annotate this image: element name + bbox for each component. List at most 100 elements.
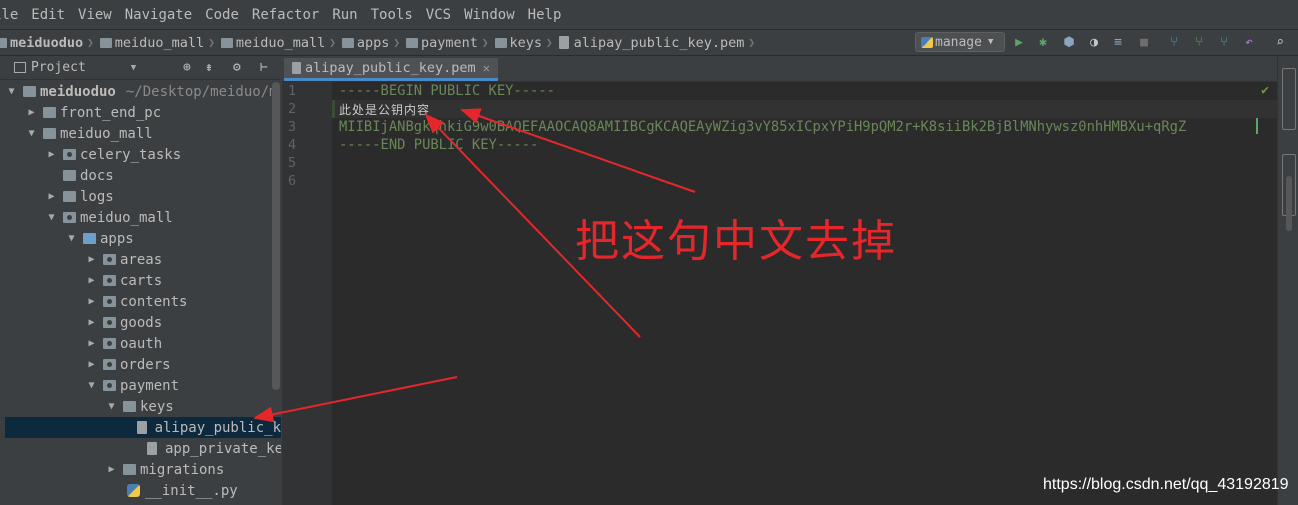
tree-item[interactable]: ▼ meiduo_mall bbox=[47, 207, 172, 228]
folder-icon bbox=[494, 37, 507, 48]
vcs-update-icon[interactable]: ⑂ bbox=[1166, 34, 1182, 50]
text-caret bbox=[1256, 118, 1258, 134]
collapsed-arrow-icon: ▶ bbox=[88, 296, 95, 307]
expanded-arrow-icon: ▼ bbox=[108, 401, 115, 412]
collapsed-arrow-icon: ▶ bbox=[88, 254, 95, 265]
project-panel-title[interactable]: Project bbox=[31, 60, 86, 75]
tree-item[interactable]: ▶ migrations bbox=[107, 459, 224, 480]
tree-item[interactable]: ▼ payment bbox=[87, 375, 179, 396]
expanded-arrow-icon: ▼ bbox=[68, 233, 75, 244]
expanded-arrow-icon: ▼ bbox=[28, 128, 35, 139]
run-icon[interactable]: ▶ bbox=[1011, 34, 1027, 50]
profile-icon[interactable]: ◑ bbox=[1086, 34, 1102, 50]
project-tree: ▼ meiduoduo ~/Desktop/meiduo/m ▶ front_e… bbox=[0, 80, 281, 505]
package-icon bbox=[103, 296, 116, 307]
hide-icon[interactable]: ⊢ bbox=[260, 60, 268, 75]
folder-icon bbox=[63, 191, 76, 202]
annotation-text: 把这句中文去掉 bbox=[575, 216, 897, 267]
vcs-history-icon[interactable]: ⑂ bbox=[1216, 34, 1232, 50]
breadcrumb-payment[interactable]: payment ❯ bbox=[405, 35, 495, 51]
concurrency-icon[interactable]: ≡ bbox=[1110, 34, 1126, 50]
file-icon bbox=[137, 421, 147, 434]
tree-item[interactable]: ▶ oauth bbox=[87, 333, 162, 354]
folder-icon bbox=[405, 37, 418, 48]
tree-item[interactable]: ▶ logs bbox=[47, 186, 113, 207]
tree-item[interactable]: ▼ meiduo_mall bbox=[27, 123, 152, 144]
python-file-icon bbox=[127, 484, 140, 497]
revert-icon[interactable]: ↶ bbox=[1241, 34, 1257, 50]
tree-item[interactable]: app_private_key bbox=[147, 438, 281, 459]
database-icon[interactable] bbox=[1282, 68, 1296, 130]
change-marker bbox=[332, 100, 335, 118]
gear-icon[interactable]: ⚙ bbox=[233, 60, 241, 75]
code-line: 此处是公钥内容 bbox=[339, 103, 431, 117]
locate-icon[interactable]: ⊕ bbox=[183, 60, 191, 75]
file-icon bbox=[292, 62, 301, 74]
menu-code[interactable]: Code bbox=[205, 7, 239, 23]
vcs-commit-icon[interactable]: ⑂ bbox=[1191, 34, 1207, 50]
tab-alipay-public-key[interactable]: alipay_public_key.pem ✕ bbox=[284, 58, 498, 81]
tree-item-selected[interactable]: alipay_public_k bbox=[5, 417, 281, 438]
collapsed-arrow-icon: ▶ bbox=[108, 464, 115, 475]
tree-root[interactable]: ▼ meiduoduo ~/Desktop/meiduo/m bbox=[7, 81, 277, 102]
menu-edit[interactable]: Edit bbox=[31, 7, 65, 23]
close-icon[interactable]: ✕ bbox=[483, 61, 490, 75]
menu-help[interactable]: Help bbox=[528, 7, 562, 23]
line-number: 1 bbox=[288, 83, 297, 99]
tree-item[interactable]: ▶ contents bbox=[87, 291, 187, 312]
collapsed-arrow-icon: ▶ bbox=[88, 317, 95, 328]
collapsed-arrow-icon: ▶ bbox=[88, 338, 95, 349]
code-editor[interactable]: -----BEGIN PUBLIC KEY----- 此处是公钥内容 MIIBI… bbox=[332, 82, 1277, 505]
menu-bar: ile Edit View Navigate Code Refactor Run… bbox=[0, 0, 1298, 30]
folder-icon bbox=[341, 37, 354, 48]
line-number: 4 bbox=[288, 137, 297, 153]
collapse-icon[interactable]: ⇟ bbox=[205, 60, 213, 75]
stop-icon[interactable]: ■ bbox=[1136, 34, 1152, 50]
coverage-icon[interactable]: ⬢ bbox=[1061, 34, 1077, 50]
tree-item[interactable]: ▶ carts bbox=[87, 270, 162, 291]
tree-item[interactable]: ▶ front_end_pc bbox=[27, 102, 161, 123]
debug-icon[interactable]: ✱ bbox=[1035, 34, 1051, 50]
menu-run[interactable]: Run bbox=[332, 7, 357, 23]
breadcrumb-project[interactable]: meiduoduo ❯ bbox=[0, 35, 100, 51]
project-panel-header: Project ▼ ⊕ ⇟ ⚙ ⊢ bbox=[0, 56, 281, 80]
menu-file[interactable]: ile bbox=[0, 7, 18, 23]
tree-item[interactable]: ▶ goods bbox=[87, 312, 162, 333]
breadcrumb-file[interactable]: alipay_public_key.pem ❯ bbox=[558, 35, 761, 51]
menu-window[interactable]: Window bbox=[464, 7, 515, 23]
menu-tools[interactable]: Tools bbox=[371, 7, 413, 23]
line-number: 2 bbox=[288, 101, 297, 117]
menu-view[interactable]: View bbox=[78, 7, 112, 23]
folder-icon bbox=[43, 107, 56, 118]
package-icon bbox=[63, 149, 76, 160]
collapsed-arrow-icon: ▶ bbox=[28, 107, 35, 118]
package-icon bbox=[63, 212, 76, 223]
menu-refactor[interactable]: Refactor bbox=[252, 7, 319, 23]
menu-vcs[interactable]: VCS bbox=[426, 7, 451, 23]
editor-scrollbar[interactable] bbox=[1286, 176, 1292, 231]
breadcrumb-meiduo-mall-inner[interactable]: meiduo_mall ❯ bbox=[220, 35, 342, 51]
file-icon bbox=[558, 36, 569, 49]
tree-item[interactable]: ▶ areas bbox=[87, 249, 162, 270]
code-line: MIIBIjANBgkqhkiG9w0BAQEFAAOCAQ8AMIIBCgKC… bbox=[339, 119, 1187, 135]
chevron-down-icon[interactable]: ▼ bbox=[131, 63, 136, 73]
package-icon bbox=[103, 254, 116, 265]
file-icon bbox=[147, 442, 157, 455]
breadcrumb-keys[interactable]: keys ❯ bbox=[494, 35, 559, 51]
folder-icon bbox=[63, 170, 76, 181]
tree-item[interactable]: docs bbox=[47, 165, 114, 186]
breadcrumb-meiduo-mall[interactable]: meiduo_mall ❯ bbox=[99, 35, 221, 51]
project-scrollbar[interactable] bbox=[272, 82, 280, 390]
tree-item[interactable]: ▶ orders bbox=[87, 354, 170, 375]
tree-item[interactable]: ▼ keys bbox=[107, 396, 173, 417]
expanded-arrow-icon: ▼ bbox=[88, 380, 95, 391]
tree-item[interactable]: ▶ celery_tasks bbox=[47, 144, 181, 165]
breadcrumb-apps[interactable]: apps ❯ bbox=[341, 35, 406, 51]
tree-item[interactable]: __init__.py bbox=[127, 480, 238, 501]
run-configuration-select[interactable]: manage ▼ bbox=[915, 32, 1005, 52]
search-icon[interactable]: ⌕ bbox=[1272, 34, 1288, 50]
tree-item[interactable]: ▼ apps bbox=[67, 228, 133, 249]
menu-navigate[interactable]: Navigate bbox=[125, 7, 192, 23]
chevron-down-icon: ▼ bbox=[987, 37, 994, 47]
line-number: 6 bbox=[288, 173, 297, 189]
